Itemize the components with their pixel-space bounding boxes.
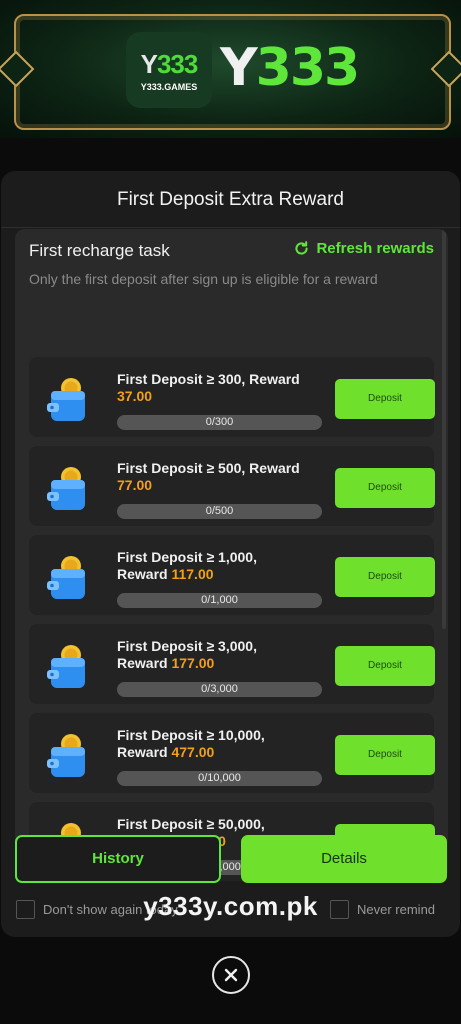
deposit-button[interactable]: Deposit bbox=[335, 379, 435, 419]
logo-badge-text: Y333 bbox=[140, 48, 199, 79]
task-header: First recharge task bbox=[29, 241, 170, 260]
deposit-button[interactable]: Deposit bbox=[335, 646, 435, 686]
task-progress-bar: 0/3,000 bbox=[117, 682, 322, 697]
task-requirement: First Deposit ≥ 50,000, bbox=[117, 816, 265, 832]
header-banner: Y333 Y333.GAMES Y333 bbox=[0, 0, 461, 138]
task-reward-prefix: Reward bbox=[117, 655, 172, 671]
task-reward-amount: 77.00 bbox=[117, 477, 153, 493]
task-reward-prefix: Reward bbox=[117, 566, 172, 582]
task-reward-amount: 477.00 bbox=[171, 744, 215, 760]
refresh-rewards-label: Refresh rewards bbox=[316, 240, 434, 257]
task-description: First Deposit ≥ 10,000, Reward 477.00 bbox=[117, 727, 327, 761]
logo-wordmark: Y333 bbox=[220, 38, 360, 98]
task-requirement: First Deposit ≥ 1,000, bbox=[117, 549, 257, 565]
task-requirement: First Deposit ≥ 3,000, bbox=[117, 638, 257, 654]
task-reward-amount: 177.00 bbox=[171, 655, 215, 671]
first-deposit-modal: First Deposit Extra Reward First recharg… bbox=[1, 171, 460, 937]
task-description: First Deposit ≥ 500, Reward 77.00 bbox=[117, 460, 327, 494]
logo-domain: Y333.GAMES bbox=[140, 81, 198, 92]
scrollbar[interactable] bbox=[442, 229, 446, 629]
divider bbox=[1, 227, 460, 228]
task-reward-prefix: Reward bbox=[117, 744, 172, 760]
task-description: First Deposit ≥ 3,000, Reward 177.00 bbox=[117, 638, 327, 672]
task-progress-label: 0/10,000 bbox=[198, 772, 241, 784]
task-progress-label: 0/300 bbox=[205, 416, 234, 428]
task-reward-amount: 37.00 bbox=[117, 388, 153, 404]
logo-badge: Y333 Y333.GAMES bbox=[126, 32, 212, 108]
modal-title: First Deposit Extra Reward bbox=[116, 189, 344, 210]
deposit-button[interactable]: Deposit bbox=[335, 735, 435, 775]
details-button[interactable]: Details bbox=[241, 835, 447, 883]
deposit-button[interactable]: Deposit bbox=[335, 557, 435, 597]
dont-show-today-option[interactable]: Don't show again today bbox=[16, 900, 178, 919]
never-remind-label: Never remind bbox=[357, 902, 436, 917]
dont-show-today-label: Don't show again today bbox=[43, 902, 178, 917]
task-requirement: First Deposit ≥ 10,000, bbox=[117, 727, 265, 743]
task-card: First Deposit ≥ 3,000, Reward 177.00 0/3,0… bbox=[29, 624, 435, 704]
wallet-coin-icon bbox=[45, 733, 91, 779]
wallet-coin-icon bbox=[45, 377, 91, 423]
task-progress-label: 0/1,000 bbox=[201, 594, 238, 606]
task-requirement: First Deposit ≥ 300, Reward bbox=[117, 371, 300, 387]
task-panel: First recharge task Refresh rewards Only… bbox=[15, 229, 448, 881]
task-progress-bar: 0/1,000 bbox=[117, 593, 322, 608]
task-description: First Deposit ≥ 300, Reward 37.00 bbox=[117, 371, 327, 405]
close-button[interactable] bbox=[212, 956, 250, 994]
task-description: First Deposit ≥ 1,000, Reward 117.00 bbox=[117, 549, 327, 583]
eligibility-note: Only the first deposit after sign up is … bbox=[29, 271, 378, 287]
refresh-rewards-button[interactable]: Refresh rewards bbox=[293, 240, 434, 257]
task-card: First Deposit ≥ 300, Reward 37.00 0/300 Dep… bbox=[29, 357, 435, 437]
history-button[interactable]: History bbox=[15, 835, 221, 883]
task-card: First Deposit ≥ 10,000, Reward 477.00 0/10… bbox=[29, 713, 435, 793]
task-card: First Deposit ≥ 1,000, Reward 117.00 0/1,0… bbox=[29, 535, 435, 615]
task-progress-label: 0/3,000 bbox=[201, 683, 238, 695]
wallet-coin-icon bbox=[45, 644, 91, 690]
task-requirement: First Deposit ≥ 500, Reward bbox=[117, 460, 300, 476]
close-icon bbox=[224, 968, 238, 982]
deposit-button[interactable]: Deposit bbox=[335, 468, 435, 508]
task-progress-label: 0/500 bbox=[205, 505, 234, 517]
task-progress-bar: 0/10,000 bbox=[117, 771, 322, 786]
never-remind-checkbox[interactable] bbox=[330, 900, 349, 919]
never-remind-option[interactable]: Never remind bbox=[330, 900, 435, 919]
dont-show-today-checkbox[interactable] bbox=[16, 900, 35, 919]
wallet-coin-icon bbox=[45, 555, 91, 601]
task-progress-bar: 0/500 bbox=[117, 504, 322, 519]
task-progress-bar: 0/300 bbox=[117, 415, 322, 430]
task-card: First Deposit ≥ 500, Reward 77.00 0/500 Dep… bbox=[29, 446, 435, 526]
task-reward-amount: 117.00 bbox=[171, 566, 214, 582]
refresh-icon bbox=[295, 241, 309, 255]
wallet-coin-icon bbox=[45, 466, 91, 512]
